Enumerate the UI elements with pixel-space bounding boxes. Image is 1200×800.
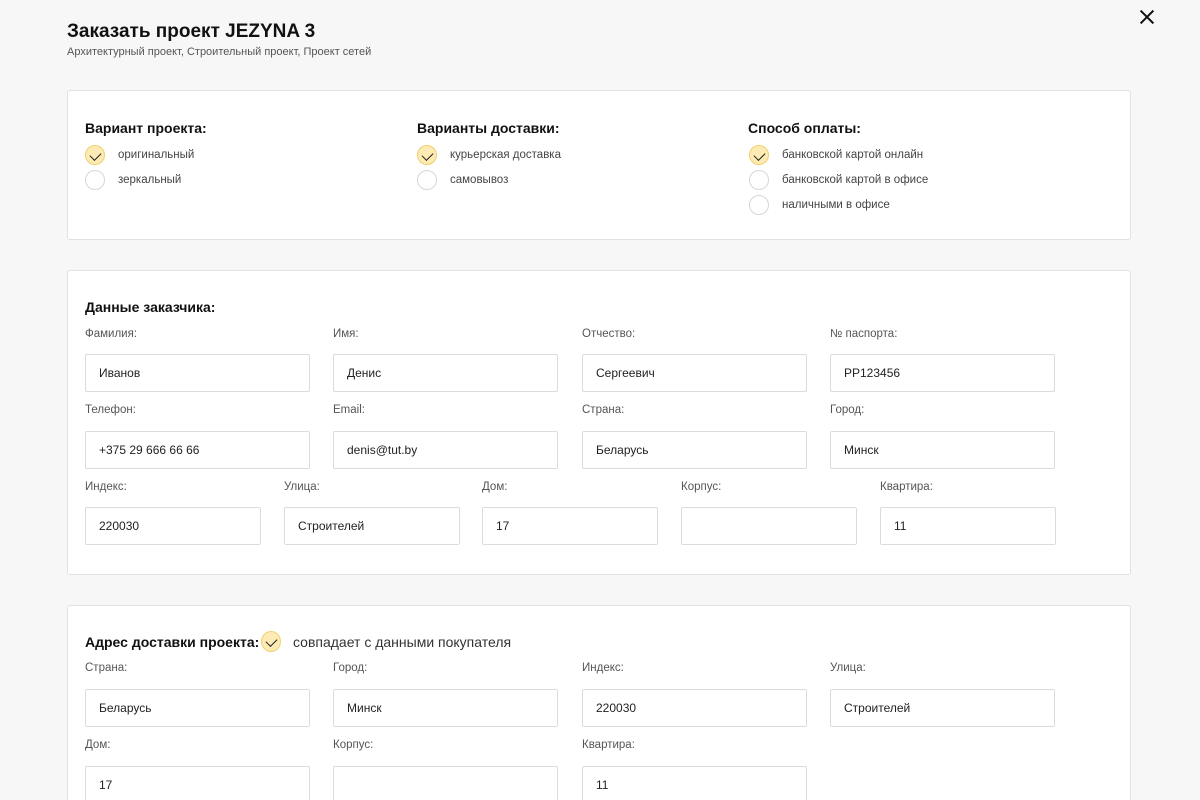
phone-label: Телефон:: [85, 404, 136, 416]
email-label: Email:: [333, 404, 365, 416]
page-subtitle: Архитектурный проект, Строительный проек…: [67, 46, 372, 58]
email-field[interactable]: [333, 431, 558, 469]
passport-field[interactable]: [830, 354, 1055, 392]
delivery-house-field[interactable]: [85, 766, 310, 800]
delivery-zip-label: Индекс:: [582, 662, 624, 674]
delivery-address-card: Адрес доставки проекта: совпадает с данн…: [67, 605, 1131, 800]
radio-icon: [85, 170, 105, 190]
close-icon[interactable]: [1136, 6, 1158, 28]
name-label: Имя:: [333, 328, 359, 340]
project-variant-title: Вариант проекта:: [85, 120, 207, 136]
customer-data-title: Данные заказчика:: [85, 299, 216, 315]
delivery-pickup-option[interactable]: самовывоз: [417, 170, 508, 190]
zip-label: Индекс:: [85, 481, 127, 493]
zip-field[interactable]: [85, 507, 261, 545]
delivery-street-field[interactable]: [830, 689, 1055, 727]
delivery-country-label: Страна:: [85, 662, 128, 674]
passport-label: № паспорта:: [830, 328, 898, 340]
house-label: Дом:: [482, 481, 508, 493]
radio-icon: [417, 170, 437, 190]
check-icon: [85, 145, 105, 165]
payment-cash-office-option[interactable]: наличными в офисе: [749, 195, 890, 215]
building-field[interactable]: [681, 507, 857, 545]
option-label: самовывоз: [450, 174, 509, 186]
variant-original-option[interactable]: оригинальный: [85, 145, 194, 165]
apartment-label: Квартира:: [880, 481, 933, 493]
patronymic-field[interactable]: [582, 354, 807, 392]
phone-field[interactable]: [85, 431, 310, 469]
surname-field[interactable]: [85, 354, 310, 392]
building-label: Корпус:: [681, 481, 722, 493]
country-field[interactable]: [582, 431, 807, 469]
country-label: Страна:: [582, 404, 625, 416]
patronymic-label: Отчество:: [582, 328, 636, 340]
customer-data-card: Данные заказчика: Фамилия: Имя: Отчество…: [67, 270, 1131, 575]
check-icon: [749, 145, 769, 165]
order-options-card: Вариант проекта: оригинальный зеркальный…: [67, 90, 1131, 240]
delivery-zip-field[interactable]: [582, 689, 807, 727]
delivery-city-field[interactable]: [333, 689, 558, 727]
option-label: банковской картой онлайн: [782, 149, 924, 161]
payment-card-office-option[interactable]: банковской картой в офисе: [749, 170, 928, 190]
delivery-address-title: Адрес доставки проекта:: [85, 634, 260, 650]
delivery-apartment-label: Квартира:: [582, 739, 635, 751]
delivery-street-label: Улица:: [830, 662, 866, 674]
delivery-building-label: Корпус:: [333, 739, 374, 751]
street-field[interactable]: [284, 507, 460, 545]
street-label: Улица:: [284, 481, 320, 493]
delivery-country-field[interactable]: [85, 689, 310, 727]
check-icon: [261, 631, 281, 652]
same-as-buyer-label: совпадает с данными покупателя: [293, 633, 512, 650]
same-as-buyer-checkbox[interactable]: совпадает с данными покупателя: [261, 631, 511, 652]
apartment-field[interactable]: [880, 507, 1056, 545]
city-label: Город:: [830, 404, 865, 416]
variant-mirror-option[interactable]: зеркальный: [85, 170, 181, 190]
name-field[interactable]: [333, 354, 558, 392]
option-label: банковской картой в офисе: [782, 174, 929, 186]
delivery-courier-option[interactable]: курьерская доставка: [417, 145, 561, 165]
city-field[interactable]: [830, 431, 1055, 469]
house-field[interactable]: [482, 507, 658, 545]
payment-method-title: Способ оплаты:: [748, 120, 861, 136]
payment-card-online-option[interactable]: банковской картой онлайн: [749, 145, 923, 165]
radio-icon: [749, 170, 769, 190]
check-icon: [417, 145, 437, 165]
delivery-house-label: Дом:: [85, 739, 111, 751]
delivery-building-field[interactable]: [333, 766, 558, 800]
radio-icon: [749, 195, 769, 215]
option-label: курьерская доставка: [450, 149, 561, 161]
page-title: Заказать проект JEZYNA 3: [67, 21, 316, 42]
delivery-variants-title: Варианты доставки:: [417, 120, 560, 136]
surname-label: Фамилия:: [85, 328, 138, 340]
option-label: зеркальный: [118, 174, 182, 186]
option-label: оригинальный: [118, 149, 195, 161]
delivery-apartment-field[interactable]: [582, 766, 807, 800]
delivery-city-label: Город:: [333, 662, 368, 674]
option-label: наличными в офисе: [782, 199, 890, 211]
